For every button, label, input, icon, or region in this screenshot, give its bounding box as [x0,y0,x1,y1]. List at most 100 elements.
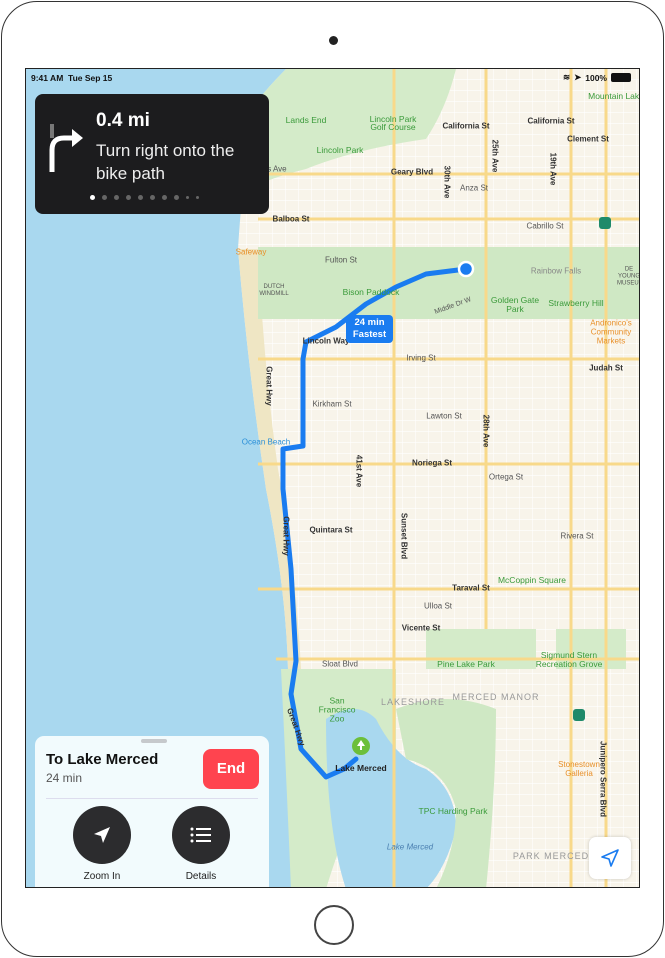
map-label-avenue: Great Hwy [281,516,291,556]
map-label-park[interactable]: Sigmund Stern Recreation Grove [529,651,609,669]
map-label-park[interactable]: Strawberry Hill [548,298,603,308]
battery-percent: 100% [585,72,607,83]
destination-label[interactable]: Lake Merced [335,763,387,773]
map-label-avenue: Junipero Serra Blvd [598,740,608,818]
map-label-street: Quintara St [309,525,353,535]
page-dot[interactable] [90,195,95,200]
page-dot[interactable] [186,196,189,199]
map-label-street: California St [442,121,490,131]
map-label-park[interactable]: McCoppin Square [498,575,566,585]
map-label-park[interactable]: Bison Paddock [343,287,400,297]
location-arrow-icon [601,849,619,867]
current-location-dot [457,260,475,278]
divider [46,798,258,799]
time: 9:41 AM [31,73,64,83]
maps-screen: Lands End Lincoln Park Golf Course Linco… [25,68,640,888]
page-dot[interactable] [174,195,179,200]
map-label-street: Taraval St [452,583,490,593]
tracking-mode-button[interactable] [589,837,631,879]
status-bar-time: 9:41 AM Tue Sep 15 [31,73,112,83]
battery-icon [611,73,631,82]
map-label-park[interactable]: San Francisco Zoo [312,696,362,724]
map-label-neighborhood: MERCED MANOR [452,692,540,702]
location-arrow-icon [94,827,110,843]
page-dot[interactable] [150,195,155,200]
zoom-in-label: Zoom In [83,871,121,882]
map-label-poi[interactable]: Safeway [236,248,267,257]
map-label-park[interactable]: Pine Lake Park [437,659,495,669]
map-label-avenue: 30th Ave [442,165,452,199]
map-label-avenue: Sunset Blvd [399,512,409,560]
map-label-street: Ulloa St [423,601,453,611]
map-label-avenue: Great Hwy [264,366,274,406]
details-label: Details [185,871,217,882]
page-dot[interactable] [162,195,167,200]
sheet-grabber[interactable] [141,739,167,743]
status-bar-right: ≋ ➤ 100% [563,72,631,83]
page-dot[interactable] [102,195,107,200]
map-label-street: Cabrillo St [526,221,564,231]
home-button[interactable] [314,905,354,945]
destination-pin-icon [352,737,370,755]
map-label-poi[interactable]: DE YOUNG MUSEUM [617,267,639,288]
page-dot[interactable] [196,196,199,199]
map-label-poi[interactable]: DUTCH WINDMILL [259,284,289,298]
trip-duration: 24 min [46,771,83,785]
map-label-poi[interactable]: Stonestown Galleria [549,760,609,778]
map-label-poi[interactable]: Andronico's Community Markets [584,319,639,346]
route-eta-bubble[interactable]: 24 min Fastest [346,315,393,343]
page-dot[interactable] [126,195,131,200]
map-label-street: Balboa St [272,214,310,224]
page-dot[interactable] [114,195,119,200]
eta-time: 24 min [354,317,385,328]
map-label-park[interactable]: Lands End [286,115,327,125]
map-label-street: Irving St [406,353,436,363]
map-label-street: Fulton St [324,255,358,265]
map-label-street: Anza St [459,183,489,193]
map-label-street: Noriega St [411,458,453,468]
list-icon [190,827,211,843]
map-label-street: Lincoln Way [302,336,350,346]
map-label-street: California St [527,116,575,126]
zoom-in-circle [73,806,131,864]
wifi-icon: ≋ [563,72,571,82]
map-label-street: Rivera St [560,531,594,541]
map-label-avenue: 41st Ave [354,454,364,488]
map-label-street: Ortega St [488,472,524,482]
details-circle [172,806,230,864]
map-label-neighborhood: PARK MERCED [512,851,590,861]
step-page-indicator[interactable] [90,195,199,200]
map-label-avenue: 28th Ave [481,414,491,448]
map-label-park[interactable]: Lincoln Park Golf Course [363,115,423,132]
map-label-neighborhood: LAKESHORE [380,697,446,707]
map-label-street: Vicente St [401,623,441,633]
trip-title: To Lake Merced [46,751,159,768]
turn-right-arrow-icon [49,124,83,172]
details-button[interactable]: Details [171,806,231,882]
map-label-avenue: 25th Ave [490,139,500,173]
map-label-park[interactable]: Lincoln Park [317,145,364,155]
map-label-street: Clement St [567,134,609,144]
eta-label: Fastest [352,329,387,340]
map-label-poi[interactable]: Rainbow Falls [531,267,581,276]
map-label-street: Judah St [589,363,623,373]
location-services-icon: ➤ [574,72,582,82]
map-label-street: Lawton St [426,411,462,421]
map-label-park[interactable]: Golden Gate Park [490,296,540,314]
front-camera [329,36,338,45]
zoom-in-button[interactable]: Zoom In [72,806,132,882]
maneuver-instruction: Turn right onto the bike path [96,141,235,183]
page-dot[interactable] [138,195,143,200]
end-route-button[interactable]: End [203,749,259,789]
map-label-avenue: 19th Ave [548,152,558,186]
maneuver-distance: 0.4 mi [96,110,150,131]
map-label-street: Geary Blvd [390,167,434,177]
date: Tue Sep 15 [68,73,113,83]
map-label-park[interactable]: Mountain Lake [588,91,639,101]
map-label-street: Kirkham St [312,399,352,409]
map-label-street: Sloat Blvd [321,659,359,669]
turn-instruction-card[interactable]: 0.4 mi Turn right onto the bike path [35,94,269,214]
map-label-park[interactable]: TPC Harding Park [419,806,488,816]
map-label-poi[interactable]: Ocean Beach [242,438,290,447]
trip-sheet: To Lake Merced 24 min End Zoom In Detail… [35,736,269,887]
